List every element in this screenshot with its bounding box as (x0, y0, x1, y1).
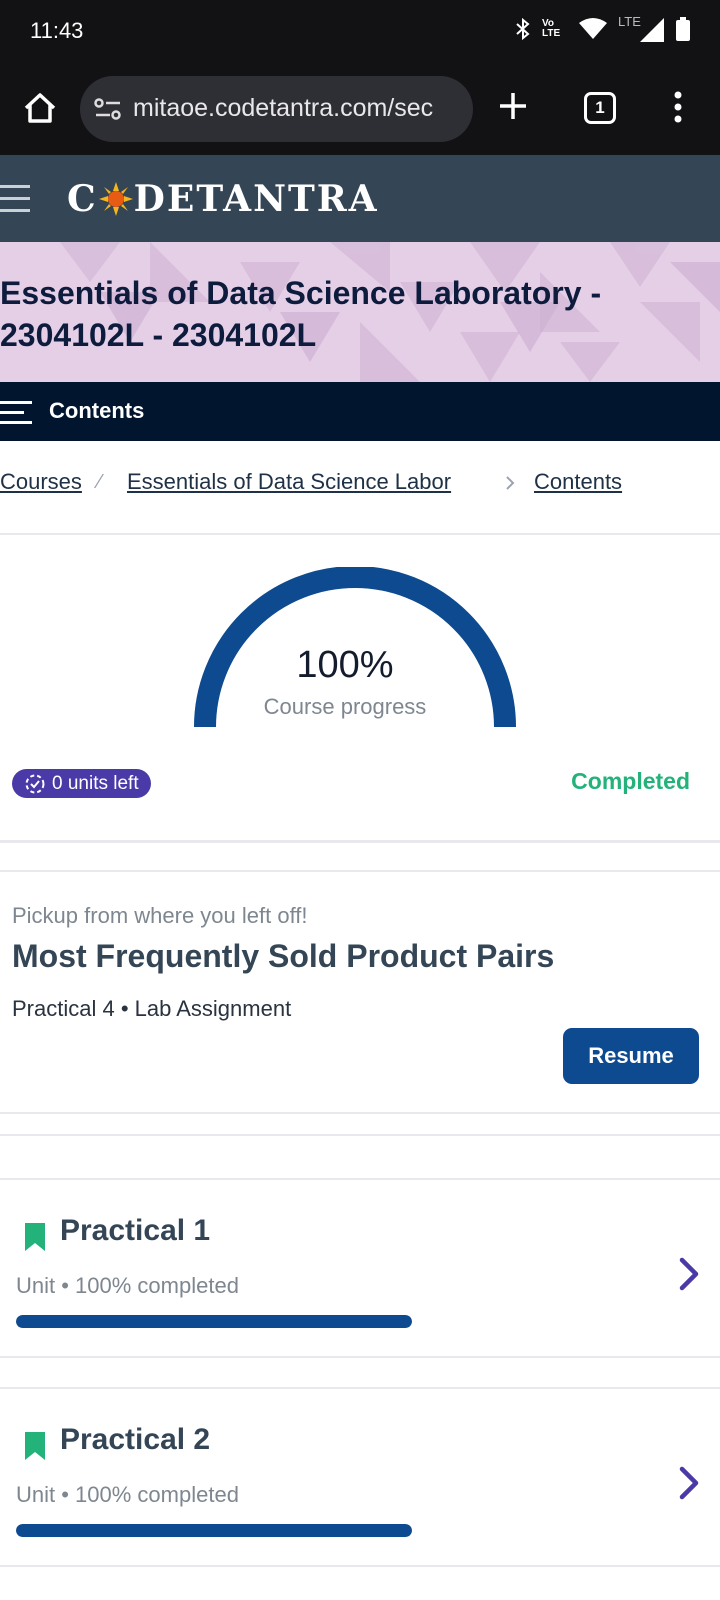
divider (0, 1565, 720, 1567)
unit-progress-fill (16, 1315, 412, 1328)
unit-card[interactable]: Practical 1 Unit • 100% completed (0, 1180, 720, 1358)
bluetooth-icon (516, 17, 530, 41)
pickup-title[interactable]: Most Frequently Sold Product Pairs (12, 938, 554, 975)
app-header: C DETANTRA (0, 155, 720, 242)
resume-button[interactable]: Resume (563, 1028, 699, 1084)
pickup-hint: Pickup from where you left off! (12, 903, 308, 928)
unit-meta: Unit • 100% completed (16, 1273, 239, 1298)
chevron-right-icon[interactable] (678, 1256, 700, 1292)
status-icons: Vo LTE LTE (514, 14, 690, 42)
divider (0, 1112, 720, 1114)
breadcrumb-contents[interactable]: Contents (534, 469, 622, 495)
progress-label: Course progress (263, 694, 427, 719)
contents-bar[interactable]: Contents (0, 382, 720, 441)
site-settings-icon[interactable] (94, 96, 122, 122)
codetantra-logo[interactable]: C DETANTRA (67, 175, 379, 223)
hamburger-menu-icon[interactable] (0, 181, 30, 217)
bookmark-icon (25, 1223, 45, 1251)
unit-meta: Unit • 100% completed (16, 1482, 239, 1507)
sun-icon (98, 182, 133, 216)
units-left-text: 0 units left (52, 772, 139, 794)
more-options-icon[interactable] (673, 90, 683, 124)
pickup-meta: Practical 4 • Lab Assignment (12, 996, 292, 1021)
divider (0, 533, 720, 535)
unit-title[interactable]: Practical 2 (60, 1423, 210, 1457)
chevron-right-icon (506, 476, 515, 490)
tab-switcher-button[interactable]: 1 (584, 92, 616, 124)
progress-circle-icon (25, 774, 45, 793)
divider (0, 870, 720, 872)
browser-toolbar: mitaoe.codetantra.com/sec 1 (0, 62, 720, 155)
url-text[interactable]: mitaoe.codetantra.com/sec (133, 94, 463, 123)
course-title: Essentials of Data Science Laboratory - … (0, 275, 602, 353)
logo-suffix: DETANTRA (133, 178, 379, 220)
divider (0, 840, 720, 843)
contents-menu-icon[interactable] (0, 401, 32, 425)
contents-label[interactable]: Contents (49, 398, 144, 424)
units-left-badge: 0 units left (12, 769, 151, 798)
chevron-right-icon[interactable] (678, 1465, 700, 1501)
status-bar: 11:43 Vo LTE LTE (0, 0, 720, 62)
divider (0, 1356, 720, 1358)
unit-title[interactable]: Practical 1 (60, 1214, 210, 1248)
bookmark-icon (25, 1432, 45, 1460)
completion-status: Completed (571, 768, 690, 794)
progress-value: 100% (296, 644, 394, 686)
unit-card[interactable]: Practical 2 Unit • 100% completed (0, 1389, 720, 1567)
course-banner: Essentials of Data Science Laboratory - … (0, 242, 720, 382)
wifi-icon (579, 18, 607, 39)
volte-icon: Vo LTE (542, 18, 561, 39)
unit-progress-fill (16, 1524, 412, 1537)
divider (0, 1134, 720, 1136)
unit-progress-bar (16, 1524, 412, 1537)
breadcrumb-separator-icon: ⁄ (98, 471, 102, 493)
breadcrumb-course[interactable]: Essentials of Data Science Labor (127, 469, 451, 495)
breadcrumb: Courses ⁄ Essentials of Data Science Lab… (0, 469, 720, 499)
logo-prefix: C (67, 178, 98, 220)
breadcrumb-courses[interactable]: Courses (0, 469, 82, 495)
unit-progress-bar (16, 1315, 412, 1328)
new-tab-icon[interactable] (497, 90, 529, 122)
status-time: 11:43 (30, 18, 84, 43)
lte-signal-icon: LTE (618, 14, 666, 42)
home-icon (24, 93, 56, 123)
battery-icon (676, 17, 690, 41)
address-bar[interactable]: mitaoe.codetantra.com/sec (80, 76, 473, 142)
home-button[interactable] (18, 86, 62, 130)
